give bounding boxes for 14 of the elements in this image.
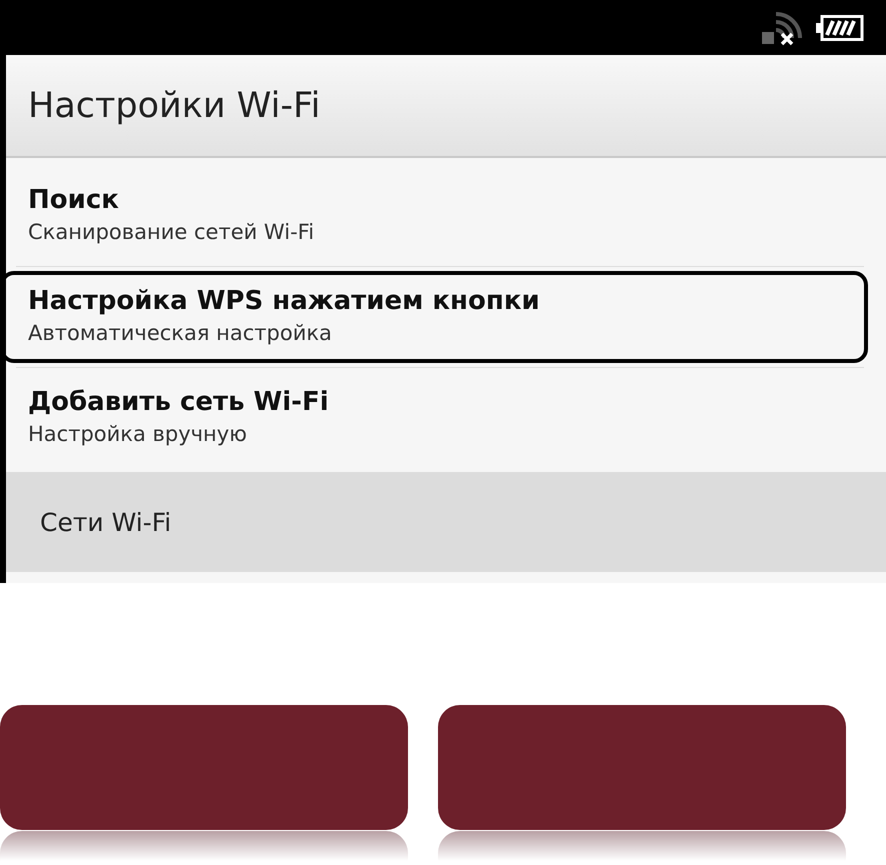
item-subtitle: Настройка вручную bbox=[28, 421, 248, 448]
item-title: Поиск bbox=[28, 184, 120, 217]
settings-item[interactable]: Поиск Сканирование сетей Wi-Fi bbox=[0, 170, 864, 262]
screen-title: Настройки Wi-Fi bbox=[28, 86, 320, 126]
blank-button[interactable] bbox=[438, 705, 846, 830]
blank-button[interactable] bbox=[0, 705, 408, 830]
item-subtitle: Сканирование сетей Wi-Fi bbox=[28, 219, 316, 246]
section-header: Сети Wi-Fi bbox=[40, 508, 172, 536]
wifi-off-icon bbox=[762, 10, 802, 46]
item-title: Добавить сеть Wi-Fi bbox=[28, 386, 330, 419]
settings-item[interactable]: Добавить сеть Wi-Fi Настройка вручную bbox=[0, 372, 864, 464]
battery-icon bbox=[816, 14, 864, 40]
item-title: Настройка WPS нажатием кнопки bbox=[28, 285, 541, 318]
item-subtitle: Автоматическая настройка bbox=[28, 320, 333, 347]
